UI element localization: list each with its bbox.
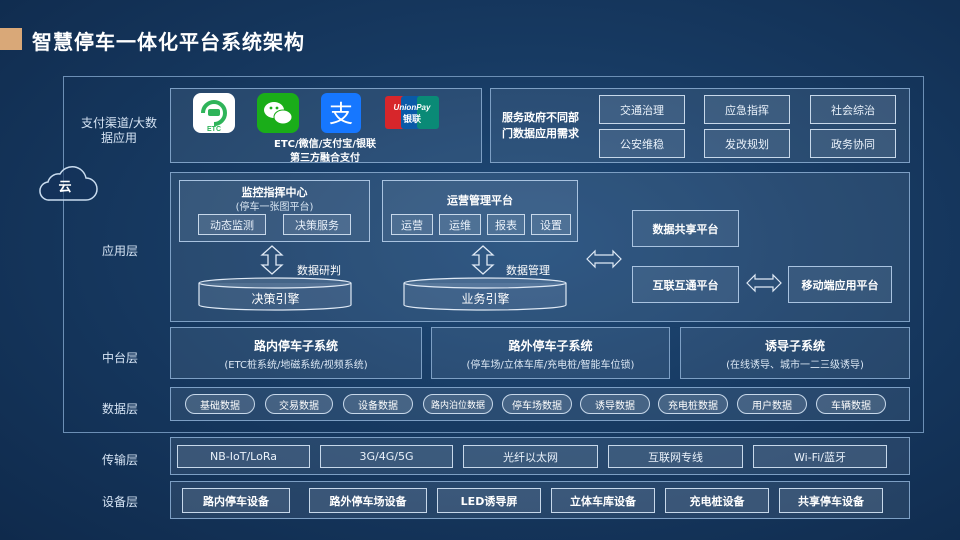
alipay-icon[interactable]: 支 — [321, 93, 361, 133]
business-engine-label: 业务引擎 — [461, 292, 510, 306]
gov-desc-line-2: 门数据应用需求 — [502, 127, 579, 140]
ops-settings-button[interactable]: 设置 — [531, 214, 571, 235]
interop-platform[interactable]: 互联互通平台 — [632, 266, 739, 303]
ops-report-button[interactable]: 报表 — [487, 214, 525, 235]
transport-item-nbiot[interactable]: NB-IoT/LoRa — [177, 445, 310, 468]
transport-item-leased-line[interactable]: 互联网专线 — [608, 445, 743, 468]
data-item-onstreet-berth[interactable]: 路内泊位数据 — [423, 394, 493, 414]
gov-item-gov-coop[interactable]: 政务协同 — [810, 129, 896, 158]
monitor-decision-button[interactable]: 决策服务 — [283, 214, 351, 235]
monitor-dynamic-button[interactable]: 动态监测 — [198, 214, 266, 235]
monitor-subtitle: (停车一张图平台) — [235, 202, 314, 213]
mobile-app-platform[interactable]: 移动端应用平台 — [788, 266, 892, 303]
monitor-arrow-label: 数据研判 — [297, 264, 341, 277]
subsystem-guidance-desc: (在线诱导、城市一二三级诱导) — [726, 360, 864, 371]
device-item-shared[interactable]: 共享停车设备 — [779, 488, 883, 513]
data-item-device[interactable]: 设备数据 — [343, 394, 413, 414]
data-share-platform[interactable]: 数据共享平台 — [632, 210, 739, 247]
layer-label-payment: 支付渠道/大数据应用 — [80, 116, 158, 145]
wechat-icon[interactable] — [257, 93, 299, 133]
transport-item-wifi[interactable]: Wi-Fi/蓝牙 — [753, 445, 887, 468]
page-title: 智慧停车一体化平台系统架构 — [32, 30, 305, 54]
svg-text:ETC: ETC — [207, 126, 221, 133]
payment-caption-2: 第三方融合支付 — [290, 153, 360, 164]
ops-to-platform-arrow-icon — [586, 249, 622, 269]
data-item-user[interactable]: 用户数据 — [737, 394, 807, 414]
title-accent-bar — [0, 28, 22, 50]
gov-item-emergency[interactable]: 应急指挥 — [704, 95, 790, 124]
subsystem-offstreet-desc: (停车场/立体车库/充电桩/智能车位锁) — [466, 360, 635, 371]
interop-to-mobile-arrow-icon — [746, 273, 782, 293]
data-item-transaction[interactable]: 交易数据 — [265, 394, 333, 414]
subsystem-guidance-title: 诱导子系统 — [764, 339, 825, 353]
data-item-guidance[interactable]: 诱导数据 — [580, 394, 650, 414]
transport-item-fiber[interactable]: 光纤以太网 — [463, 445, 598, 468]
svg-text:支: 支 — [329, 100, 353, 128]
subsystem-offstreet-title: 路外停车子系统 — [508, 339, 593, 353]
data-item-vehicle[interactable]: 车辆数据 — [816, 394, 886, 414]
gov-desc: 服务政府不同部 门数据应用需求 — [502, 110, 592, 142]
subsystem-onstreet-desc: (ETC桩系统/地磁系统/视频系统) — [224, 360, 368, 371]
device-item-led[interactable]: LED诱导屏 — [437, 488, 541, 513]
transport-item-cellular[interactable]: 3G/4G/5G — [320, 445, 453, 468]
cloud-label: 云 — [58, 179, 72, 195]
monitor-updown-arrow-icon — [260, 245, 284, 275]
ops-operation-button[interactable]: 运营 — [391, 214, 433, 235]
data-item-basic[interactable]: 基础数据 — [185, 394, 255, 414]
layer-label-app: 应用层 — [101, 244, 138, 258]
ops-arrow-label: 数据管理 — [506, 264, 550, 277]
device-item-onstreet[interactable]: 路内停车设备 — [182, 488, 290, 513]
unionpay-icon[interactable]: UnionPay 银联 — [385, 96, 439, 129]
layer-label-middle: 中台层 — [101, 351, 138, 365]
subsystem-onstreet-title: 路内停车子系统 — [253, 339, 338, 353]
payment-caption-1: ETC/微信/支付宝/银联 — [274, 139, 376, 150]
decision-engine-label: 决策引擎 — [251, 292, 300, 306]
ops-updown-arrow-icon — [471, 245, 495, 275]
data-item-charging[interactable]: 充电桩数据 — [658, 394, 728, 414]
svg-text:银联: 银联 — [403, 113, 422, 125]
gov-item-security[interactable]: 公安维稳 — [599, 129, 685, 158]
layer-label-data: 数据层 — [101, 402, 138, 416]
ops-title: 运营管理平台 — [447, 194, 513, 207]
device-item-garage[interactable]: 立体车库设备 — [551, 488, 655, 513]
layer-label-device: 设备层 — [101, 495, 138, 509]
gov-desc-line-1: 服务政府不同部 — [502, 111, 579, 124]
svg-text:UnionPay: UnionPay — [394, 103, 431, 112]
ops-maintenance-button[interactable]: 运维 — [439, 214, 481, 235]
layer-label-transport: 传输层 — [101, 453, 138, 467]
etc-icon[interactable]: ETC — [193, 93, 235, 133]
device-item-charging[interactable]: 充电桩设备 — [665, 488, 769, 513]
gov-item-planning[interactable]: 发改规划 — [704, 129, 790, 158]
device-item-offstreet[interactable]: 路外停车场设备 — [309, 488, 427, 513]
gov-item-traffic[interactable]: 交通治理 — [599, 95, 685, 124]
gov-item-social[interactable]: 社会综治 — [810, 95, 896, 124]
data-item-parking-lot[interactable]: 停车场数据 — [502, 394, 572, 414]
